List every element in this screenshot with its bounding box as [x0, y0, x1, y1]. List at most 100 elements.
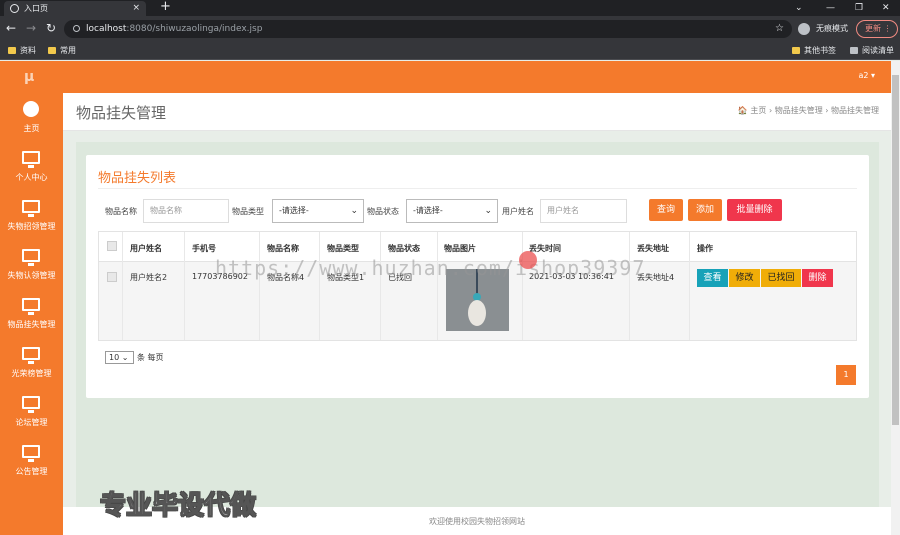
col-divider	[259, 232, 260, 340]
bookmarks-bar: 资料 常用 其他书签 阅读清单	[0, 42, 900, 60]
tab-title: 入口页	[24, 4, 48, 13]
row-checkbox[interactable]	[107, 272, 117, 282]
url-input[interactable]: localhost:8080/shiwuzaolinga/index.jsp ☆	[64, 20, 792, 38]
col-divider	[380, 232, 381, 340]
col-lost-address: 丢失地址	[637, 244, 669, 253]
col-user: 用户姓名	[130, 244, 162, 253]
item-name-input[interactable]: 物品名称	[143, 199, 229, 223]
item-status-select[interactable]: -请选择- ⌄	[406, 199, 498, 223]
promo-banner-text: 专业毕设代做	[99, 491, 257, 522]
sidebar-item-lost-found[interactable]: 失物招领管理	[0, 193, 63, 242]
sidebar-item-forum[interactable]: 论坛管理	[0, 389, 63, 438]
user-name-input[interactable]: 用户姓名	[540, 199, 627, 223]
breadcrumb[interactable]: 🏠 主页 › 物品挂失管理 › 物品挂失管理	[738, 105, 879, 116]
select-all-checkbox[interactable]	[107, 241, 117, 251]
sidebar-item-claims[interactable]: 失物认领管理	[0, 242, 63, 291]
update-button[interactable]: 更新 ⋮	[856, 20, 898, 38]
per-page-select[interactable]: 10 ⌄	[105, 351, 134, 364]
col-item-status: 物品状态	[388, 244, 420, 253]
minimize-icon[interactable]: —	[826, 0, 835, 16]
window-close-icon[interactable]: ✕	[882, 0, 890, 16]
page-title: 物品挂失管理	[76, 104, 167, 122]
close-tab-icon[interactable]: ×	[132, 1, 140, 16]
user-menu[interactable]: a2 ▾	[858, 71, 875, 80]
reading-list[interactable]: 阅读清单	[850, 42, 894, 59]
incognito-icon	[798, 23, 810, 35]
divider	[98, 188, 857, 189]
monitor-icon	[22, 445, 40, 462]
search-button[interactable]: 查询	[649, 199, 683, 221]
per-page-suffix: 条 每页	[137, 353, 164, 362]
reading-list-icon	[850, 47, 858, 54]
reload-icon[interactable]: ↻	[46, 21, 56, 35]
incognito-indicator[interactable]: 无痕模式	[798, 21, 848, 37]
item-type-select[interactable]: -请选择- ⌄	[272, 199, 364, 223]
folder-icon	[792, 47, 800, 54]
page-scrollbar[interactable]	[891, 61, 900, 535]
col-divider	[437, 232, 438, 340]
bookmark-label: 阅读清单	[862, 46, 894, 55]
sidebar-item-label: 公告管理	[15, 467, 48, 476]
monitor-icon	[22, 347, 40, 364]
col-divider	[689, 232, 690, 340]
view-button[interactable]: 查看	[697, 269, 728, 287]
per-page-value: 10	[109, 353, 120, 362]
mouse-cursor-highlight	[519, 251, 537, 269]
col-divider	[629, 232, 630, 340]
batch-delete-button[interactable]: 批量删除	[727, 199, 782, 221]
restore-icon[interactable]: ❐	[855, 0, 863, 16]
new-tab-button[interactable]: +	[160, 0, 171, 14]
sidebar-item-announcements[interactable]: 公告管理	[0, 438, 63, 487]
col-divider	[319, 232, 320, 340]
sidebar-item-home[interactable]: 主页	[0, 95, 63, 144]
sidebar-item-label: 失物招领管理	[7, 222, 56, 231]
col-actions: 操作	[697, 244, 713, 253]
edit-button[interactable]: 修改	[729, 269, 760, 287]
bookmark-star-icon[interactable]: ☆	[775, 20, 784, 38]
browser-tab-bar: 入口页 × + ⌄ — ❐ ✕	[0, 0, 900, 16]
sidebar-item-lost-reports[interactable]: 物品挂失管理	[0, 291, 63, 340]
app-header: μ a2 ▾	[0, 61, 891, 93]
col-item-image: 物品图片	[444, 244, 476, 253]
bookmark-label: 资料	[20, 46, 36, 55]
sidebar-item-label: 物品挂失管理	[7, 320, 56, 329]
monitor-icon	[22, 200, 40, 217]
site-info-icon[interactable]	[73, 25, 80, 32]
bookmark-folder[interactable]: 资料	[8, 42, 36, 59]
back-icon[interactable]: ←	[6, 21, 16, 35]
scrollbar-thumb[interactable]	[892, 75, 899, 425]
sidebar-item-honor-roll[interactable]: 光荣榜管理	[0, 340, 63, 389]
tab-search-icon[interactable]: ⌄	[795, 0, 803, 16]
monitor-icon	[22, 396, 40, 413]
sidebar-item-personal-center[interactable]: 个人中心	[0, 144, 63, 193]
card-title: 物品挂失列表	[98, 171, 177, 186]
delete-button[interactable]: 删除	[802, 269, 833, 287]
other-bookmarks[interactable]: 其他书签	[792, 42, 836, 59]
user-name-label: 用户姓名	[502, 207, 534, 216]
chevron-down-icon: ⌄	[484, 206, 492, 216]
watermark-text: https://www.huzhan.com/ishop39397	[215, 256, 646, 280]
per-page-control: 10 ⌄ 条 每页	[105, 351, 164, 364]
sidebar-item-label: 光荣榜管理	[11, 369, 52, 378]
col-divider	[522, 232, 523, 340]
monitor-icon	[22, 151, 40, 168]
col-divider	[184, 232, 185, 340]
mark-found-button[interactable]: 已找回	[761, 269, 801, 287]
app-logo: μ	[24, 69, 35, 85]
globe-icon	[10, 4, 19, 13]
sidebar-item-label: 个人中心	[15, 173, 48, 182]
add-button[interactable]: 添加	[688, 199, 722, 221]
folder-icon	[48, 47, 56, 54]
sidebar-item-label: 失物认领管理	[7, 271, 56, 280]
forward-icon[interactable]: →	[26, 21, 36, 35]
sidebar-item-label: 主页	[23, 124, 40, 133]
cell-user: 用户姓名2	[130, 273, 168, 282]
page-header: 物品挂失管理 🏠 主页 › 物品挂失管理 › 物品挂失管理	[63, 93, 891, 131]
bookmark-folder[interactable]: 常用	[48, 42, 76, 59]
col-item-type: 物品类型	[327, 244, 359, 253]
page-1-button[interactable]: 1	[836, 365, 856, 385]
browser-tab[interactable]: 入口页 ×	[4, 1, 146, 16]
pendant-shell	[468, 300, 486, 326]
update-label: 更新	[865, 24, 881, 33]
chevron-down-icon: ⌄	[350, 206, 358, 216]
